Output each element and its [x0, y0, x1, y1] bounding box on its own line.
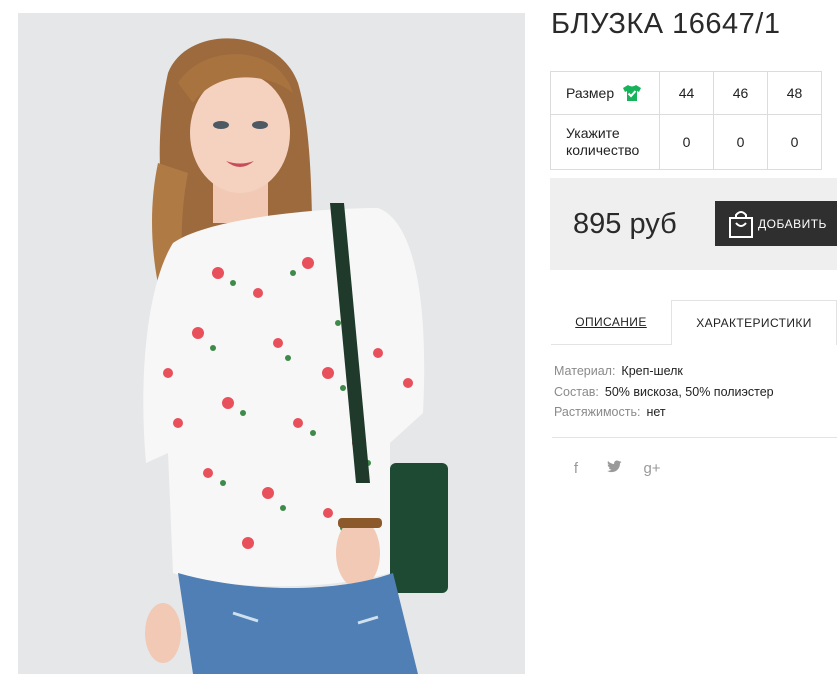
spec-composition-value: 50% вискоза, 50% полиэстер: [604, 384, 774, 399]
quantity-input-46[interactable]: 0: [713, 114, 768, 170]
facebook-icon[interactable]: f: [566, 460, 586, 477]
quantity-input-44[interactable]: 0: [659, 114, 714, 170]
size-46: 46: [713, 71, 768, 115]
quantity-label-line1: Укажите: [566, 125, 620, 141]
size-quantity-table: Размер 44 46 48 Укажите количество 0 0 0: [550, 71, 822, 170]
size-row: Размер 44 46 48: [550, 71, 822, 115]
spec-stretch: Растяжимость: нет: [554, 402, 774, 423]
twitter-bird-icon: [606, 460, 621, 473]
spec-material-label: Материал:: [554, 364, 616, 378]
add-to-cart-label: ДОБАВИТЬ: [758, 216, 827, 231]
add-to-cart-button[interactable]: ДОБАВИТЬ: [715, 201, 837, 246]
spec-stretch-label: Растяжимость:: [554, 405, 641, 419]
tab-characteristics[interactable]: ХАРАКТЕРИСТИКИ: [671, 300, 837, 345]
spec-composition-label: Состав:: [554, 384, 599, 399]
social-share: f g+: [566, 460, 662, 477]
spec-composition: Состав: 50% вискоза, 50% полиэстер: [554, 382, 774, 403]
price-box: 895 руб ДОБАВИТЬ: [550, 178, 837, 270]
twitter-icon[interactable]: [604, 460, 624, 477]
quantity-input-48[interactable]: 0: [767, 114, 822, 170]
divider: [552, 437, 837, 438]
characteristics-list: Материал: Креп-шелк Состав: 50% вискоза, 5…: [554, 361, 774, 423]
tab-description[interactable]: ОПИСАНИЕ: [551, 300, 671, 345]
quantity-row: Укажите количество 0 0 0: [550, 114, 822, 170]
size-label: Размер: [566, 85, 615, 101]
size-44: 44: [659, 71, 714, 115]
spec-stretch-value: нет: [646, 405, 666, 419]
product-photo-illustration: [18, 13, 525, 674]
quantity-label-cell: Укажите количество: [550, 114, 660, 170]
product-price: 895 руб: [573, 208, 677, 240]
product-tabs: ОПИСАНИЕ ХАРАКТЕРИСТИКИ: [551, 300, 837, 345]
shopping-bag-icon: [729, 211, 753, 238]
googleplus-icon[interactable]: g+: [642, 460, 662, 477]
quantity-label-line2: количество: [566, 142, 640, 158]
product-title: БЛУЗКА 16647/1: [551, 8, 781, 40]
product-photo[interactable]: [18, 13, 525, 674]
size-48: 48: [767, 71, 822, 115]
spec-material-value: Креп-шелк: [621, 364, 683, 378]
size-guide-shirt-icon[interactable]: [622, 84, 642, 102]
spec-material: Материал: Креп-шелк: [554, 361, 774, 382]
size-label-cell: Размер: [550, 71, 660, 115]
